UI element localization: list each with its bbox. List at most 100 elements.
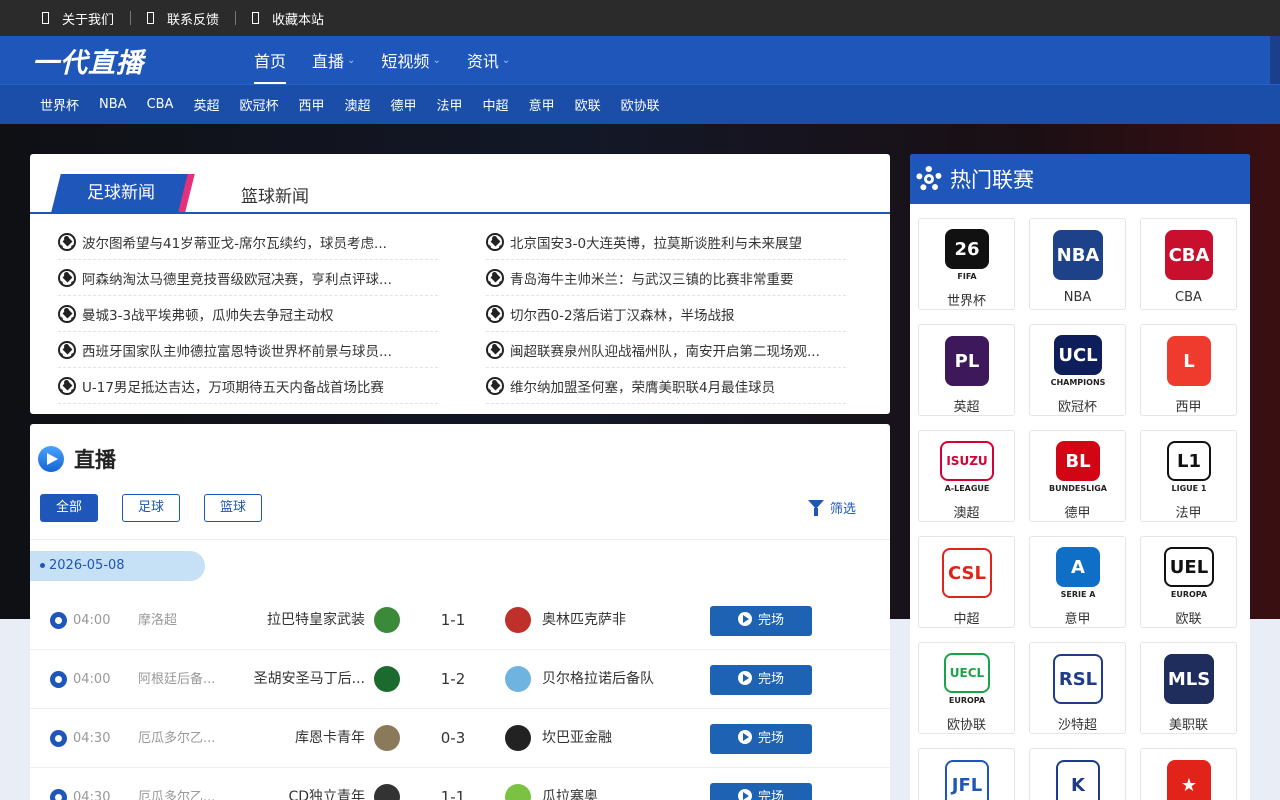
league-link[interactable]: 法甲 — [437, 95, 463, 114]
league-card[interactable]: A SERIE A 意甲 — [1029, 536, 1126, 628]
match-time: 04:30 — [73, 790, 111, 800]
news-item[interactable]: 维尔纳加盟圣何塞，荣膺美职联4月最佳球员 — [486, 368, 846, 404]
league-logo: 26 FIFA — [936, 224, 998, 286]
match-league: 厄瓜多尔乙... — [138, 790, 216, 800]
league-card[interactable]: JFL — [918, 748, 1015, 800]
site-logo[interactable]: 一代直播 — [32, 41, 254, 80]
soccer-ball-icon — [58, 340, 76, 359]
league-link[interactable]: 欧协联 — [621, 95, 660, 114]
league-link[interactable]: CBA — [147, 97, 174, 112]
league-link[interactable]: 英超 — [193, 95, 219, 114]
league-badge: UEL — [1163, 547, 1215, 587]
league-card[interactable]: UEL EUROPA 欧联 — [1140, 536, 1237, 628]
news-panel: 足球新闻 篮球新闻 波尔图希望与41岁蒂亚戈-席尔瓦续约，球员考虑... 阿森纳淘… — [30, 154, 890, 414]
league-card[interactable]: UECL EUROPA 欧协联 — [918, 642, 1015, 734]
match-status-button[interactable]: 完场 — [710, 606, 812, 636]
filter-football-button[interactable]: 足球 — [122, 494, 180, 522]
filter-all-button[interactable]: 全部 — [40, 494, 98, 522]
about-us-link[interactable]: 关于我们 — [42, 9, 114, 28]
tab-basketball-news[interactable]: 篮球新闻 — [241, 182, 309, 207]
league-link[interactable]: 澳超 — [345, 95, 371, 114]
play-circle-icon — [38, 446, 64, 472]
league-card[interactable]: UCL CHAMPIONS 欧冠杯 — [1029, 324, 1126, 416]
nav-item[interactable]: 资讯 ⌄ — [467, 36, 510, 84]
news-tabs: 足球新闻 篮球新闻 — [30, 154, 890, 214]
league-card[interactable]: L1 LIGUE 1 法甲 — [1140, 430, 1237, 522]
league-card[interactable]: MLS 美职联 — [1140, 642, 1237, 734]
news-item[interactable]: 阿森纳淘汰马德里竞技晋级欧冠决赛，亨利点评球... — [58, 260, 438, 296]
match-row[interactable]: 04:00 阿根廷后备... 圣胡安圣马丁后... 1-2 贝尔格拉诺后备队 完场 — [30, 650, 890, 709]
league-link[interactable]: 欧联 — [575, 95, 601, 114]
soccer-ball-icon — [50, 671, 67, 688]
league-badge-sub: CHAMPIONS — [1050, 378, 1106, 387]
news-item[interactable]: 西班牙国家队主帅德拉富恩特谈世界杯前景与球员... — [58, 332, 438, 368]
filter-action[interactable]: 筛选 — [808, 498, 856, 517]
match-status-button[interactable]: 完场 — [710, 783, 812, 800]
news-item[interactable]: 波尔图希望与41岁蒂亚戈-席尔瓦续约，球员考虑... — [58, 224, 438, 260]
league-badge: RSL — [1052, 654, 1104, 704]
league-badge: K — [1056, 760, 1100, 800]
league-link[interactable]: 意甲 — [529, 95, 555, 114]
soccer-ball-icon — [486, 376, 504, 395]
league-link[interactable]: 德甲 — [391, 95, 417, 114]
league-card[interactable]: L 西甲 — [1140, 324, 1237, 416]
nav-item[interactable]: 短视频 ⌄ — [381, 36, 440, 84]
news-item[interactable]: U-17男足抵达吉达，万项期待五天内备战首场比赛 — [58, 368, 438, 404]
league-link[interactable]: 西甲 — [298, 95, 324, 114]
news-item[interactable]: 北京国安3-0大连英博，拉莫斯谈胜利与未来展望 — [486, 224, 846, 260]
match-row[interactable]: 04:30 厄瓜多尔乙... 库恩卡青年 0-3 坎巴亚金融 完场 — [30, 709, 890, 768]
league-name: 法甲 — [1175, 506, 1202, 521]
league-card[interactable]: ★ — [1140, 748, 1237, 800]
league-card[interactable]: RSL 沙特超 — [1029, 642, 1126, 734]
soccer-ball-icon — [486, 304, 504, 323]
league-card[interactable]: CBA CBA — [1140, 218, 1237, 310]
news-item[interactable]: 曼城3-3战平埃弗顿，瓜帅失去争冠主动权 — [58, 296, 438, 332]
site-header: 一代直播 首页 直播 ⌄ 短视频 ⌄ 资讯 ⌄ — [0, 36, 1280, 84]
nav-item-label: 资讯 — [466, 52, 499, 71]
league-badge-sub: BUNDESLIGA — [1049, 484, 1107, 493]
league-badge: NBA — [1052, 230, 1104, 280]
match-score: 1-1 — [440, 611, 466, 629]
match-status-button[interactable]: 完场 — [710, 724, 812, 754]
league-badge: ★ — [1167, 760, 1211, 800]
league-card[interactable]: ISUZU A-LEAGUE 澳超 — [918, 430, 1015, 522]
nav-item-label: 首页 — [254, 52, 287, 71]
home-team-logo — [374, 607, 400, 633]
play-icon — [737, 671, 752, 685]
match-score: 1-1 — [440, 788, 466, 800]
soccer-ball-icon — [50, 789, 67, 800]
league-card[interactable]: PL 英超 — [918, 324, 1015, 416]
league-card[interactable]: 26 FIFA 世界杯 — [918, 218, 1015, 310]
home-team-logo — [374, 725, 400, 751]
match-status-button[interactable]: 完场 — [710, 665, 812, 695]
league-link[interactable]: NBA — [99, 97, 127, 112]
bookmark-icon — [252, 12, 260, 24]
league-name: 美职联 — [1168, 718, 1208, 733]
league-card[interactable]: BL BUNDESLIGA 德甲 — [1029, 430, 1126, 522]
match-row[interactable]: 04:00 摩洛超 拉巴特皇家武装 1-1 奥林匹克萨非 完场 — [30, 591, 890, 650]
league-card[interactable]: CSL 中超 — [918, 536, 1015, 628]
league-badge: UECL — [943, 653, 991, 693]
news-item[interactable]: 切尔西0-2落后诺丁汉森林，半场战报 — [486, 296, 846, 332]
filter-basketball-button[interactable]: 篮球 — [204, 494, 262, 522]
league-link[interactable]: 欧冠杯 — [239, 95, 278, 114]
top-utility-bar: 关于我们 联系反馈 收藏本站 — [0, 0, 1280, 36]
nav-item[interactable]: 直播 ⌄ — [312, 36, 355, 84]
news-item[interactable]: 青岛海牛主帅米兰：与武汉三镇的比赛非常重要 — [486, 260, 846, 296]
match-time: 04:30 — [73, 731, 111, 746]
live-panel: 直播 全部 足球 篮球 筛选 2026-05-08 04:00 摩洛超 拉巴特皇家武… — [30, 424, 890, 800]
chevron-down-icon: ⌄ — [432, 54, 441, 66]
league-link[interactable]: 世界杯 — [40, 95, 79, 114]
league-link[interactable]: 中超 — [483, 95, 509, 114]
league-card[interactable]: NBA NBA — [1029, 218, 1126, 310]
away-team-logo — [505, 607, 531, 633]
favorite-site-link[interactable]: 收藏本站 — [252, 9, 324, 28]
tab-football-news[interactable]: 足球新闻 — [51, 174, 195, 212]
away-team: 坎巴亚金融 — [542, 730, 612, 746]
match-row[interactable]: 04:30 厄瓜多尔乙... CD独立青年 1-1 瓜拉塞奥 完场 — [30, 768, 890, 800]
feedback-link[interactable]: 联系反馈 — [147, 9, 219, 28]
nav-item[interactable]: 首页 — [254, 36, 287, 84]
league-card[interactable]: K — [1029, 748, 1126, 800]
league-badge-sub: EUROPA — [948, 696, 986, 705]
news-item[interactable]: 闽超联赛泉州队迎战福州队，南安开启第二现场观... — [486, 332, 846, 368]
